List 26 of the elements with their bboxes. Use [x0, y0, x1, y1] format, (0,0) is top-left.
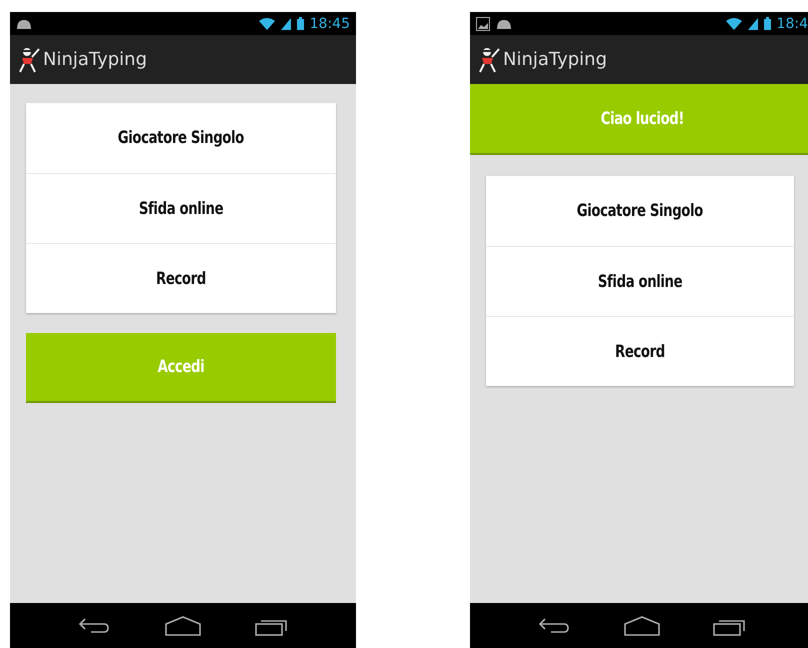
menu-item[interactable]: Giocatore Singolo: [26, 103, 336, 173]
status-time: 18:45: [310, 16, 350, 32]
signal-icon: [280, 18, 291, 30]
signal-icon: [748, 18, 758, 30]
android-icon: [496, 18, 512, 28]
greeting-text: Ciao luciod!: [600, 108, 684, 128]
menu-item[interactable]: Record: [486, 316, 794, 386]
menu-item[interactable]: Sfida online: [26, 173, 336, 243]
ninja-icon: [478, 46, 500, 72]
ninja-icon: [18, 46, 40, 72]
menu-item[interactable]: Giocatore Singolo: [486, 176, 794, 246]
home-icon[interactable]: [624, 616, 660, 636]
menu-item[interactable]: Record: [26, 243, 336, 313]
image-icon: [476, 16, 490, 30]
menu-item[interactable]: Sfida online: [486, 246, 794, 316]
home-icon[interactable]: [165, 616, 201, 636]
battery-icon: [296, 17, 304, 30]
app-title: NinjaTyping: [503, 49, 608, 70]
back-icon[interactable]: [536, 616, 571, 636]
wifi-icon: [258, 18, 275, 30]
status-time: 18:4: [776, 16, 808, 32]
app-title: NinjaTyping: [43, 49, 148, 70]
android-icon: [16, 18, 32, 28]
back-icon[interactable]: [77, 616, 111, 636]
battery-icon: [764, 17, 771, 30]
wifi-icon: [726, 18, 742, 30]
